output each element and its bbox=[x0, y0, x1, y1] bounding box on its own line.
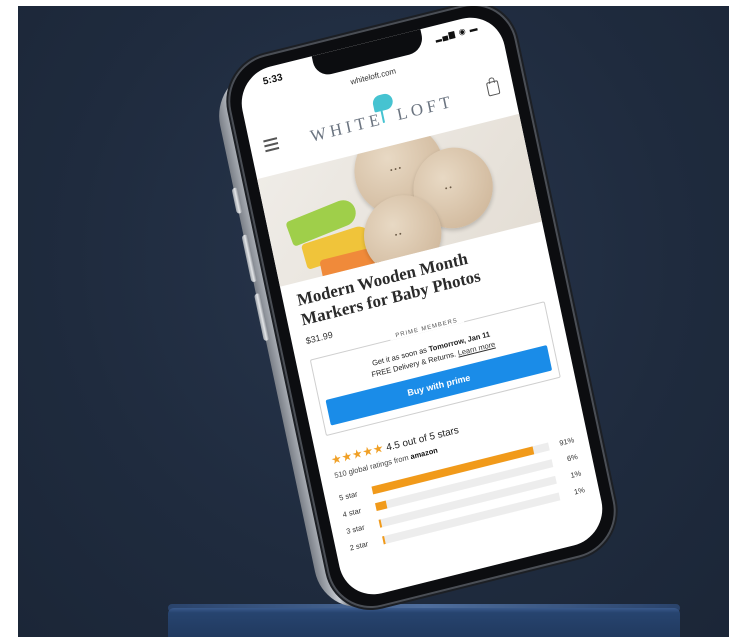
histogram-bar-fill bbox=[374, 500, 388, 511]
pedestal bbox=[168, 608, 680, 637]
histogram-bar-fill bbox=[378, 518, 382, 528]
shopping-bag-icon[interactable] bbox=[485, 79, 501, 97]
histogram-percent: 6% bbox=[566, 451, 579, 464]
signal-wifi-battery-icon: ▂▄▆ ◉ ▬ bbox=[434, 23, 480, 43]
background-scene: 5:33 ▂▄▆ ◉ ▬ whiteloft.com WHITE LOFT • … bbox=[18, 6, 729, 637]
amazon-logo: amazon bbox=[409, 445, 439, 462]
logo-text-left: WHITE bbox=[308, 109, 386, 146]
phone-mockup: 5:33 ▂▄▆ ◉ ▬ whiteloft.com WHITE LOFT • … bbox=[210, 6, 622, 617]
histogram-percent: 91% bbox=[558, 435, 575, 448]
histogram-percent: 1% bbox=[569, 468, 583, 480]
histogram-percent: 1% bbox=[573, 485, 586, 497]
hamburger-menu-icon[interactable] bbox=[263, 137, 280, 155]
status-time: 5:33 bbox=[261, 72, 284, 88]
product-content: Modern Wooden Month Markers for Baby Pho… bbox=[282, 229, 600, 560]
histogram-label: 2 star bbox=[348, 539, 369, 553]
bird-logo-icon bbox=[371, 92, 395, 113]
histogram-bar-fill bbox=[382, 535, 386, 544]
logo-text-right: LOFT bbox=[395, 91, 456, 125]
phone-screen: 5:33 ▂▄▆ ◉ ▬ whiteloft.com WHITE LOFT • … bbox=[235, 10, 609, 602]
phone-frame: 5:33 ▂▄▆ ◉ ▬ whiteloft.com WHITE LOFT • … bbox=[222, 6, 622, 616]
